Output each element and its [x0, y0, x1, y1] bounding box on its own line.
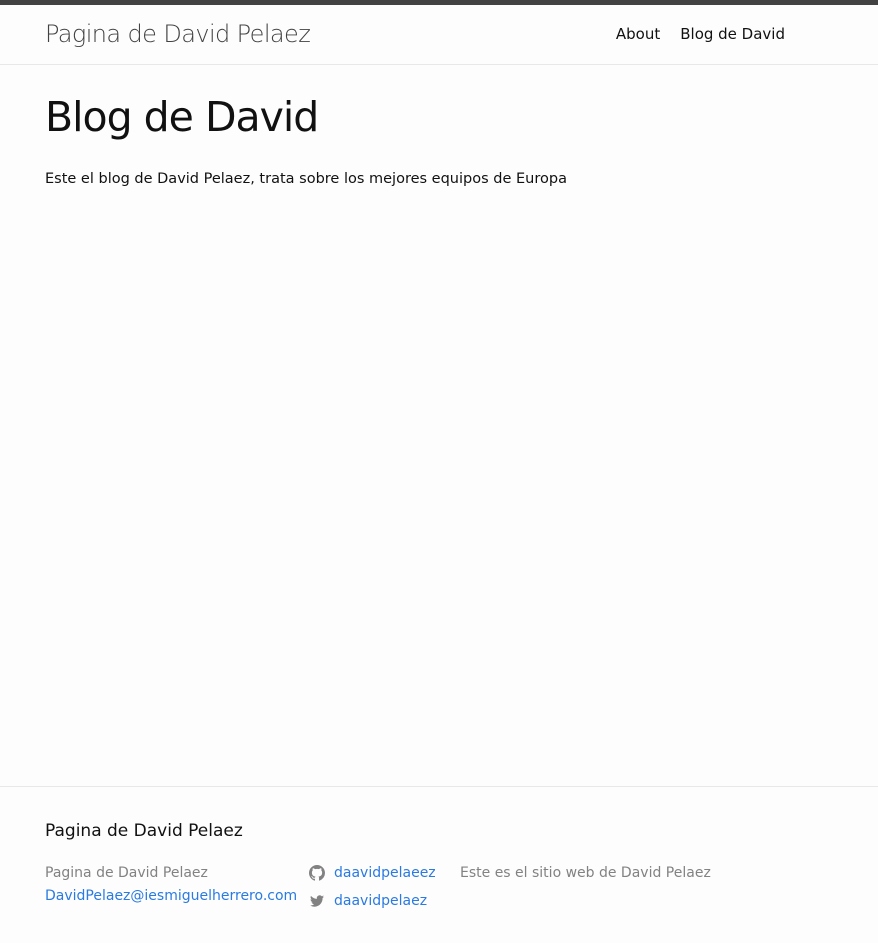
- footer-name: Pagina de David Pelaez: [45, 865, 208, 881]
- site-nav: About Blog de David: [616, 25, 785, 43]
- page-content: Este el blog de David Pelaez, trata sobr…: [45, 171, 567, 187]
- nav-link-about[interactable]: About: [616, 25, 660, 43]
- twitter-link[interactable]: daavidpelaez: [334, 893, 427, 909]
- footer-heading: Pagina de David Pelaez: [45, 821, 243, 841]
- footer-social: daavidpelaeez daavidpelaez: [308, 859, 436, 915]
- page-title: Blog de David: [45, 93, 319, 141]
- footer-email-link[interactable]: DavidPelaez@iesmiguelherrero.com: [45, 888, 297, 904]
- site-title-link[interactable]: Pagina de David Pelaez: [45, 20, 311, 48]
- nav-link-blog[interactable]: Blog de David: [680, 25, 785, 43]
- site-header: Pagina de David Pelaez About Blog de Dav…: [0, 5, 878, 65]
- twitter-icon: [308, 893, 325, 910]
- footer-contact: Pagina de David Pelaez DavidPelaez@iesmi…: [45, 862, 297, 908]
- site-footer: Pagina de David Pelaez Pagina de David P…: [0, 786, 878, 943]
- footer-description: Este es el sitio web de David Pelaez: [460, 865, 711, 881]
- social-github-row: daavidpelaeez: [308, 859, 436, 887]
- social-twitter-row: daavidpelaez: [308, 887, 436, 915]
- github-icon: [308, 865, 325, 882]
- github-link[interactable]: daavidpelaeez: [334, 865, 436, 881]
